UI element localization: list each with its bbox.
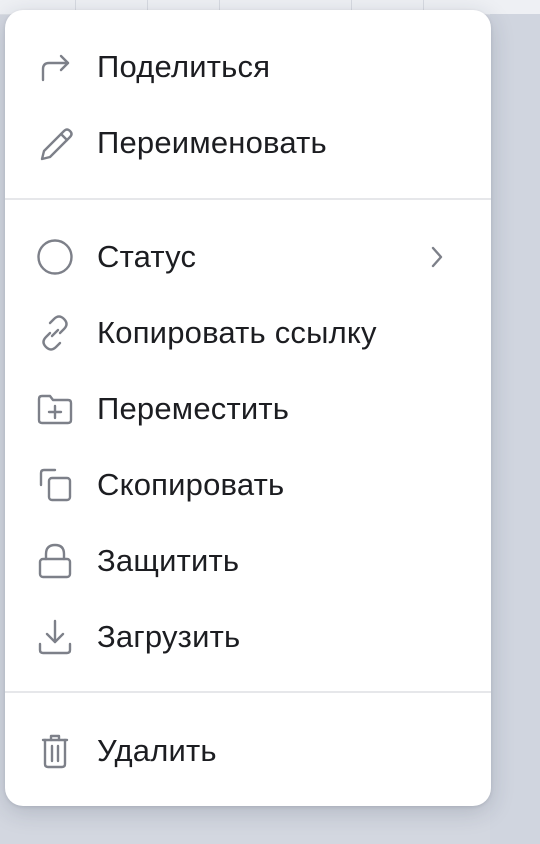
menu-item-label: Переименовать <box>97 125 327 160</box>
menu-item-label: Поделиться <box>97 49 271 84</box>
menu-item-delete[interactable]: Удалить <box>5 719 491 783</box>
menu-item-label: Статус <box>97 239 197 274</box>
pencil-icon <box>35 123 75 163</box>
lock-icon <box>35 541 75 581</box>
menu-item-label: Копировать ссылку <box>97 315 377 350</box>
menu-item-share[interactable]: Поделиться <box>5 35 491 99</box>
menu-item-label: Защитить <box>97 543 240 578</box>
menu-item-label: Удалить <box>97 733 217 768</box>
menu-item-status[interactable]: Статус <box>5 225 491 289</box>
download-icon <box>35 617 75 657</box>
context-menu: Поделиться Переименовать Статус Копирова… <box>5 10 491 806</box>
share-arrow-icon <box>35 47 75 87</box>
circle-status-icon <box>35 237 75 277</box>
trash-icon <box>35 731 75 771</box>
folder-plus-icon <box>35 389 75 429</box>
menu-item-move[interactable]: Переместить <box>5 377 491 441</box>
menu-item-download[interactable]: Загрузить <box>5 605 491 669</box>
menu-item-label: Переместить <box>97 391 290 426</box>
menu-item-copy-link[interactable]: Копировать ссылку <box>5 301 491 365</box>
menu-item-protect[interactable]: Защитить <box>5 529 491 593</box>
menu-divider <box>5 198 491 200</box>
menu-item-duplicate[interactable]: Скопировать <box>5 453 491 517</box>
menu-divider <box>5 691 491 693</box>
copy-icon <box>35 465 75 505</box>
background-panel <box>490 14 540 844</box>
menu-item-rename[interactable]: Переименовать <box>5 111 491 175</box>
menu-item-label: Скопировать <box>97 467 285 502</box>
menu-item-label: Загрузить <box>97 619 241 654</box>
link-icon <box>35 313 75 353</box>
chevron-right-icon <box>427 243 447 271</box>
